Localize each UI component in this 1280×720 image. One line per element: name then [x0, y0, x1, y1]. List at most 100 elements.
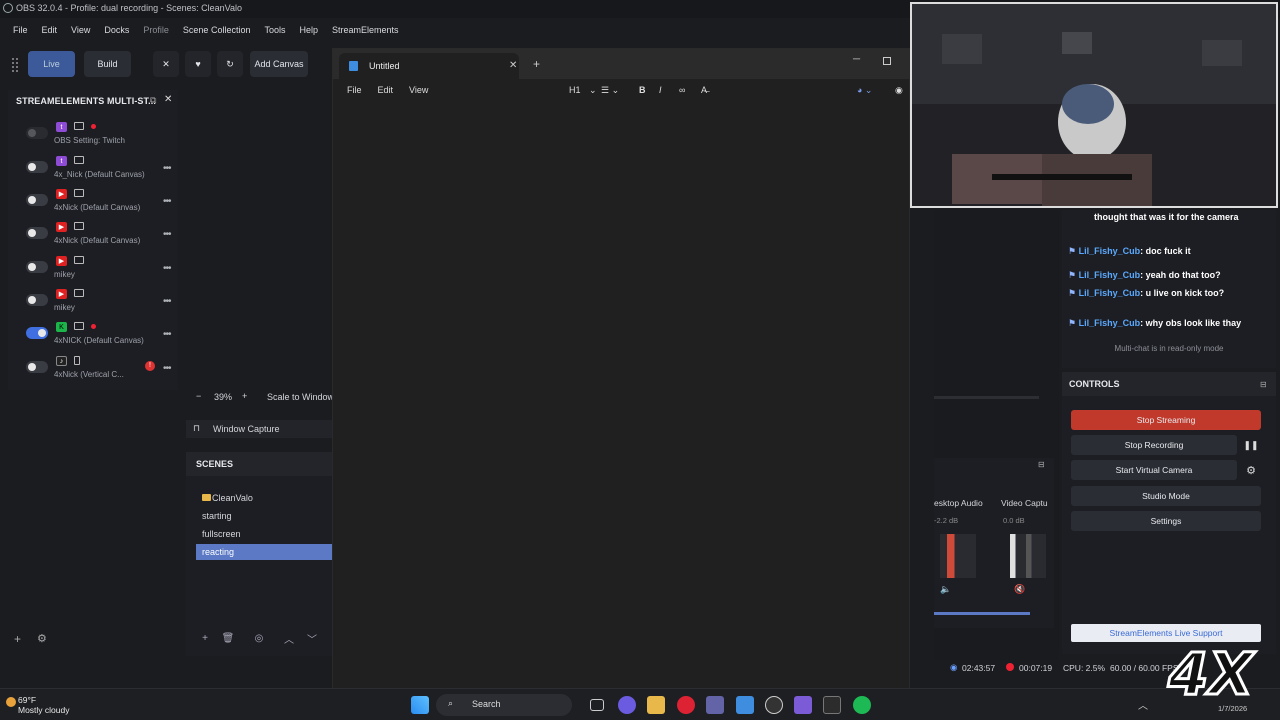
studio-mode-button[interactable]: Studio Mode [1071, 486, 1261, 506]
canvas-toolbar: Live Build ✕ ♥ ↻ Add Canvas [0, 50, 340, 80]
more-icon[interactable]: ••• [163, 363, 171, 374]
mixer-scrollbar[interactable] [934, 612, 1030, 615]
filter-icon[interactable]: ◎ [252, 631, 266, 645]
task-view-icon[interactable] [590, 699, 604, 711]
minimize-icon[interactable]: ─ [853, 54, 860, 65]
add-icon[interactable]: + [14, 632, 21, 646]
add-canvas-button[interactable]: Add Canvas [250, 51, 308, 77]
heart-icon[interactable]: ♥ [185, 51, 211, 77]
zoom-in-button[interactable]: + [242, 391, 247, 401]
notepad-tab[interactable]: Untitled ✕ [339, 53, 519, 79]
notepad-menu-file[interactable]: File [341, 84, 368, 98]
toggle-switch[interactable] [26, 227, 48, 239]
add-scene-icon[interactable]: + [198, 631, 212, 645]
logo-text: 4X [1167, 640, 1256, 708]
refresh-icon[interactable]: ↻ [217, 51, 243, 77]
spotify-icon[interactable] [853, 696, 871, 714]
menu-docks[interactable]: Docks [97, 22, 136, 42]
zoom-out-button[interactable]: − [196, 391, 201, 401]
toggle-switch[interactable] [26, 161, 48, 173]
more-icon[interactable]: ••• [163, 329, 171, 340]
obs-taskbar-icon[interactable] [765, 696, 783, 714]
clear-format-icon[interactable]: A̶ [695, 84, 713, 96]
weather-widget[interactable]: 69°F Mostly cloudy [18, 695, 70, 715]
volume-meter [940, 534, 976, 578]
more-icon[interactable]: ••• [163, 196, 171, 207]
multistream-row: ▶ 4xNick (Default Canvas) ••• [18, 220, 178, 253]
collapse-icon[interactable]: ⊟ [1038, 460, 1045, 469]
close-tab-icon[interactable]: ✕ [509, 60, 517, 71]
menu-help[interactable]: Help [292, 22, 325, 42]
stop-recording-button[interactable]: Stop Recording [1071, 435, 1237, 455]
preview-area[interactable] [186, 88, 336, 383]
bold-icon[interactable]: B [633, 84, 652, 96]
collapse-icon[interactable]: ⊟ [1260, 380, 1267, 389]
monitor-icon [74, 122, 84, 130]
menu-edit[interactable]: Edit [35, 22, 65, 42]
chrome-icon[interactable] [677, 696, 695, 714]
mute-icon[interactable]: 🔇 [1014, 584, 1025, 595]
toggle-switch[interactable] [26, 361, 48, 373]
notepad-menu-edit[interactable]: Edit [372, 84, 400, 98]
toggle-switch[interactable] [26, 127, 48, 139]
copilot-icon[interactable]: ◕ ⌄ [851, 84, 878, 97]
taskbar-search[interactable]: ⌕ Search [436, 694, 572, 716]
scale-to-window-button[interactable]: Scale to Window [267, 392, 334, 402]
maximize-icon[interactable] [883, 57, 891, 65]
pause-icon[interactable]: ❚❚ [1242, 436, 1260, 454]
gear-icon[interactable]: ⚙ [37, 632, 47, 645]
teams-icon[interactable] [706, 696, 724, 714]
link-icon[interactable]: ∞ [673, 84, 691, 96]
stop-streaming-button[interactable]: Stop Streaming [1071, 410, 1261, 430]
close-icon[interactable]: ✕ [164, 94, 172, 105]
grid-app-icon[interactable] [794, 696, 812, 714]
scene-item[interactable]: starting [196, 508, 336, 524]
italic-icon[interactable]: I [653, 84, 668, 96]
tray-chevron-icon[interactable]: ︿ [1138, 697, 1148, 712]
scene-item[interactable]: fullscreen [196, 526, 336, 542]
channel-logo: 4X [1160, 638, 1275, 710]
terminal-icon[interactable] [823, 696, 841, 714]
scene-item[interactable]: CleanValo [196, 490, 336, 506]
live-button[interactable]: Live [28, 51, 75, 77]
toggle-switch[interactable] [26, 327, 48, 339]
menu-tools[interactable]: Tools [257, 22, 292, 42]
start-icon[interactable] [411, 696, 429, 714]
menu-file[interactable]: File [6, 22, 35, 42]
toggle-switch[interactable] [26, 294, 48, 306]
notepad-icon [349, 61, 358, 71]
drag-handle-icon[interactable] [12, 58, 18, 72]
more-icon[interactable]: ••• [163, 263, 171, 274]
toggle-switch[interactable] [26, 194, 48, 206]
account-icon[interactable]: ◉ [889, 84, 909, 97]
more-icon[interactable]: ••• [163, 163, 171, 174]
list-icon[interactable]: ☰ ⌄ [595, 84, 625, 97]
notepad-menu-view[interactable]: View [403, 84, 434, 98]
menu-streamelements[interactable]: StreamElements [325, 22, 406, 42]
multistream-row: ▶ 4xNick (Default Canvas) ••• [18, 187, 178, 220]
notepad-taskbar-icon[interactable] [736, 696, 754, 714]
toggle-switch[interactable] [26, 261, 48, 273]
move-down-icon[interactable]: ﹀ [305, 631, 319, 646]
menu-scene-collection[interactable]: Scene Collection [176, 22, 258, 42]
scene-item-selected[interactable]: reacting [196, 544, 336, 560]
gear-icon[interactable]: ⚙ [1242, 461, 1260, 479]
copilot-icon[interactable] [618, 696, 636, 714]
speaker-icon[interactable]: 🔈 [940, 584, 951, 595]
start-virtual-camera-button[interactable]: Start Virtual Camera [1071, 460, 1237, 480]
build-button[interactable]: Build [84, 51, 131, 77]
settings-button[interactable]: Settings [1071, 511, 1261, 531]
more-icon[interactable]: ••• [163, 229, 171, 240]
taskbar: 69°F Mostly cloudy ⌕ Search ︿ 1/7/2026 [0, 688, 1280, 720]
file-explorer-icon[interactable] [647, 696, 665, 714]
tools-icon[interactable]: ✕ [153, 51, 179, 77]
more-icon[interactable]: ••• [163, 296, 171, 307]
trash-icon[interactable]: 🗑 [221, 631, 235, 645]
float-icon[interactable]: ⧉ [150, 95, 156, 106]
text-editor-area[interactable] [333, 105, 909, 689]
new-tab-icon[interactable]: + [533, 57, 540, 71]
menu-view[interactable]: View [64, 22, 97, 42]
menu-profile[interactable]: Profile [136, 22, 176, 42]
source-name[interactable]: Window Capture [213, 424, 280, 434]
move-up-icon[interactable]: ︿ [282, 631, 296, 646]
